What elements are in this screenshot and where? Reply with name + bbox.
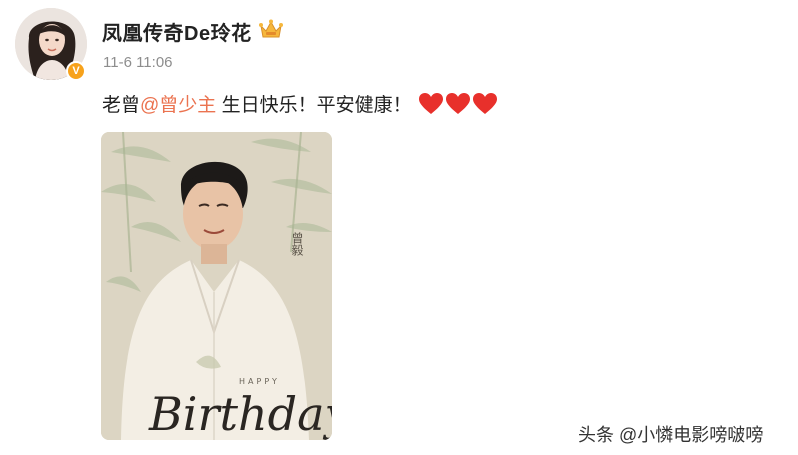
author-name[interactable]: 凤凰传奇De玲花	[102, 17, 252, 46]
post-text-prefix: 老曾	[102, 95, 141, 116]
poster-script-text: Birthday	[148, 387, 332, 440]
emoji-group	[418, 92, 498, 116]
verified-badge: V	[66, 61, 86, 81]
crown-icon	[259, 19, 283, 38]
poster-small-caption: HAPPY	[239, 377, 280, 386]
mention-link[interactable]: @曾少主	[140, 90, 216, 117]
heart-icon	[418, 92, 443, 114]
source-watermark: 头条 @小憐电影嗙啵嗙	[578, 425, 764, 445]
birthday-poster: 曾毅 HAPPY Birthday	[101, 132, 332, 440]
post-timestamp[interactable]: 11-6 11:06	[103, 54, 173, 71]
poster-name-seal: 曾毅	[290, 232, 304, 256]
post-image[interactable]: 曾毅 HAPPY Birthday	[101, 132, 332, 440]
heart-icon	[472, 92, 497, 114]
post-text: 老曾 @曾少主 生日快乐！平安健康！	[102, 90, 498, 117]
post-text-suffix: 生日快乐！平安健康！	[216, 95, 412, 116]
heart-icon	[445, 92, 470, 114]
